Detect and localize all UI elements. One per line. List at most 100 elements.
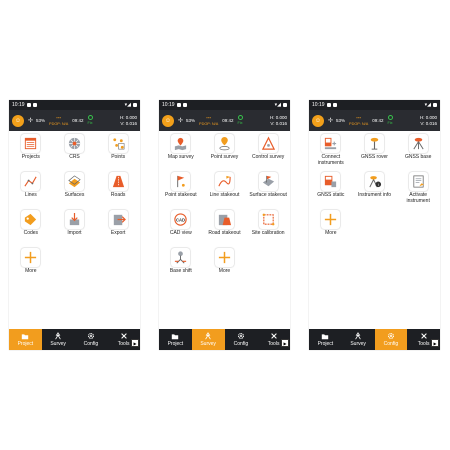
menu-item[interactable]: Base shift [159,248,203,282]
menu-item[interactable]: More [9,248,53,282]
notification-icon [26,103,31,107]
cad-view-icon: CAD [171,210,191,229]
avatar[interactable]: ☺ [12,114,24,127]
menu-item-label: Import [67,230,82,236]
map-survey-icon [171,134,191,153]
menu-item-label: Surfaces [64,192,85,198]
avatar[interactable]: ☺ [162,114,174,127]
menu-item-label: Codes [23,230,39,236]
folder-icon [322,334,329,340]
line-stakeout-icon [214,172,234,191]
survey-icon [205,332,211,340]
menu-item[interactable]: Site calibration [246,210,290,244]
battery-icon [283,103,287,107]
menu-item-label: Site calibration [251,230,285,236]
menu-item[interactable]: Roads [96,172,140,206]
notification-icon [326,103,331,107]
menu-item-label: GNSS rover [361,154,388,160]
clock: 09:42 [372,117,384,123]
instrument-info-icon: i [364,172,384,191]
export-icon [108,210,128,229]
gnss-info-bar[interactable]: ☺ ✢ 53% --- PDOP: N/A 09:42 Fix H: 0.000 V… [309,110,440,131]
plus-icon [321,210,341,229]
menu-item[interactable]: CRS [53,134,97,168]
v-precision: V: 0.016 [270,120,287,126]
tab-config[interactable]: Config [374,329,408,350]
menu-item[interactable]: Point survey [203,134,247,168]
menu-item[interactable]: Point stakeout [159,172,203,206]
menu-item[interactable]: GNSS static [309,172,353,206]
menu-item[interactable]: Points [96,134,140,168]
menu-item-label: Points [111,154,126,160]
base-shift-icon [171,248,191,267]
floating-button[interactable]: ▶ [281,339,289,347]
roads-icon [108,172,128,191]
battery-percent: 53% [186,118,196,123]
plus-icon [214,248,234,267]
avatar[interactable]: ☺ [312,114,324,127]
menu-item-label: Point survey [210,154,239,160]
notification-icon [176,103,181,107]
phone-screen-project: 10:19 ▾◢ ☺ ✢ 53% --- PDOP: N/A 09:42 Fix … [9,100,140,350]
folder-icon [22,334,29,340]
v-precision: V: 0.016 [120,120,137,126]
menu-item[interactable]: GNSS base [396,134,440,168]
menu-item[interactable]: Road stakeout [203,210,247,244]
menu-item[interactable]: Codes [9,210,53,244]
gnss-info-bar[interactable]: ☺ ✢ 53% --- PDOP: N/A 09:42 Fix H: 0.000 V… [159,110,290,131]
menu-item[interactable]: Surface stakeout [246,172,290,206]
menu-item[interactable]: Import [53,210,97,244]
satellite-icon: ✢ [178,117,184,124]
tab-survey[interactable]: Survey [191,329,225,350]
menu-item-label: CRS [69,154,80,160]
menu-item-label: Control survey [252,154,285,160]
point-survey-icon [214,134,234,153]
floating-button[interactable]: ▶ [131,339,139,347]
menu-item-label: CAD view [169,230,192,236]
gnss-info-bar[interactable]: ☺ ✢ 53% --- PDOP: N/A 09:42 Fix H: 0.000 V… [9,110,140,131]
plus-icon [21,248,41,267]
lines-icon [21,172,41,191]
clock: 09:42 [72,117,84,123]
menu-item[interactable]: Map survey [159,134,203,168]
tab-config[interactable]: Config [225,329,258,350]
tab-project[interactable]: Project [309,329,342,350]
menu-item[interactable]: Activate instrument [396,172,440,206]
status-bar: 10:19 ▾◢ [309,100,440,110]
menu-item[interactable]: Surfaces [53,172,97,206]
menu-item-label: More [25,268,37,274]
menu-item[interactable]: Lines [9,172,53,206]
tab-config[interactable]: Config [75,329,108,350]
signal-icon: ▾◢ [124,102,131,108]
signal-icon: ▾◢ [424,102,431,108]
status-time: 10:19 [312,102,325,108]
projects-icon [21,134,41,153]
tab-survey[interactable]: Survey [42,329,75,350]
status-time: 10:19 [12,102,25,108]
tab-project[interactable]: Project [9,329,42,350]
menu-item-label: GNSS static [317,192,345,198]
notification-icon [332,103,337,107]
clock: 09:42 [222,117,234,123]
bottom-tab-bar: Project Survey Config Tools [9,329,140,350]
menu-item[interactable]: Control survey [246,134,290,168]
status-bar: 10:19 ▾◢ [9,100,140,110]
menu-item[interactable]: Projects [9,134,53,168]
menu-item[interactable]: GNSS rover [353,134,397,168]
menu-item[interactable]: Line stakeout [203,172,247,206]
menu-item-label: Projects [21,154,40,160]
menu-item[interactable]: Connect instruments [309,134,353,168]
signal-icon: ▾◢ [274,102,281,108]
menu-item[interactable]: Export [96,210,140,244]
tab-survey[interactable]: Survey [342,329,375,350]
tab-project[interactable]: Project [159,329,192,350]
menu-item[interactable]: CAD CAD view [159,210,203,244]
floating-button[interactable]: ▶ [431,339,439,347]
menu-item-label: Roads [110,192,126,198]
import-icon [64,210,84,229]
menu-item-label: More [218,268,231,274]
menu-item[interactable]: i Instrument info [353,172,397,206]
menu-item-label: More [325,230,337,236]
menu-item[interactable]: More [203,248,247,282]
menu-item[interactable]: More [309,210,353,244]
